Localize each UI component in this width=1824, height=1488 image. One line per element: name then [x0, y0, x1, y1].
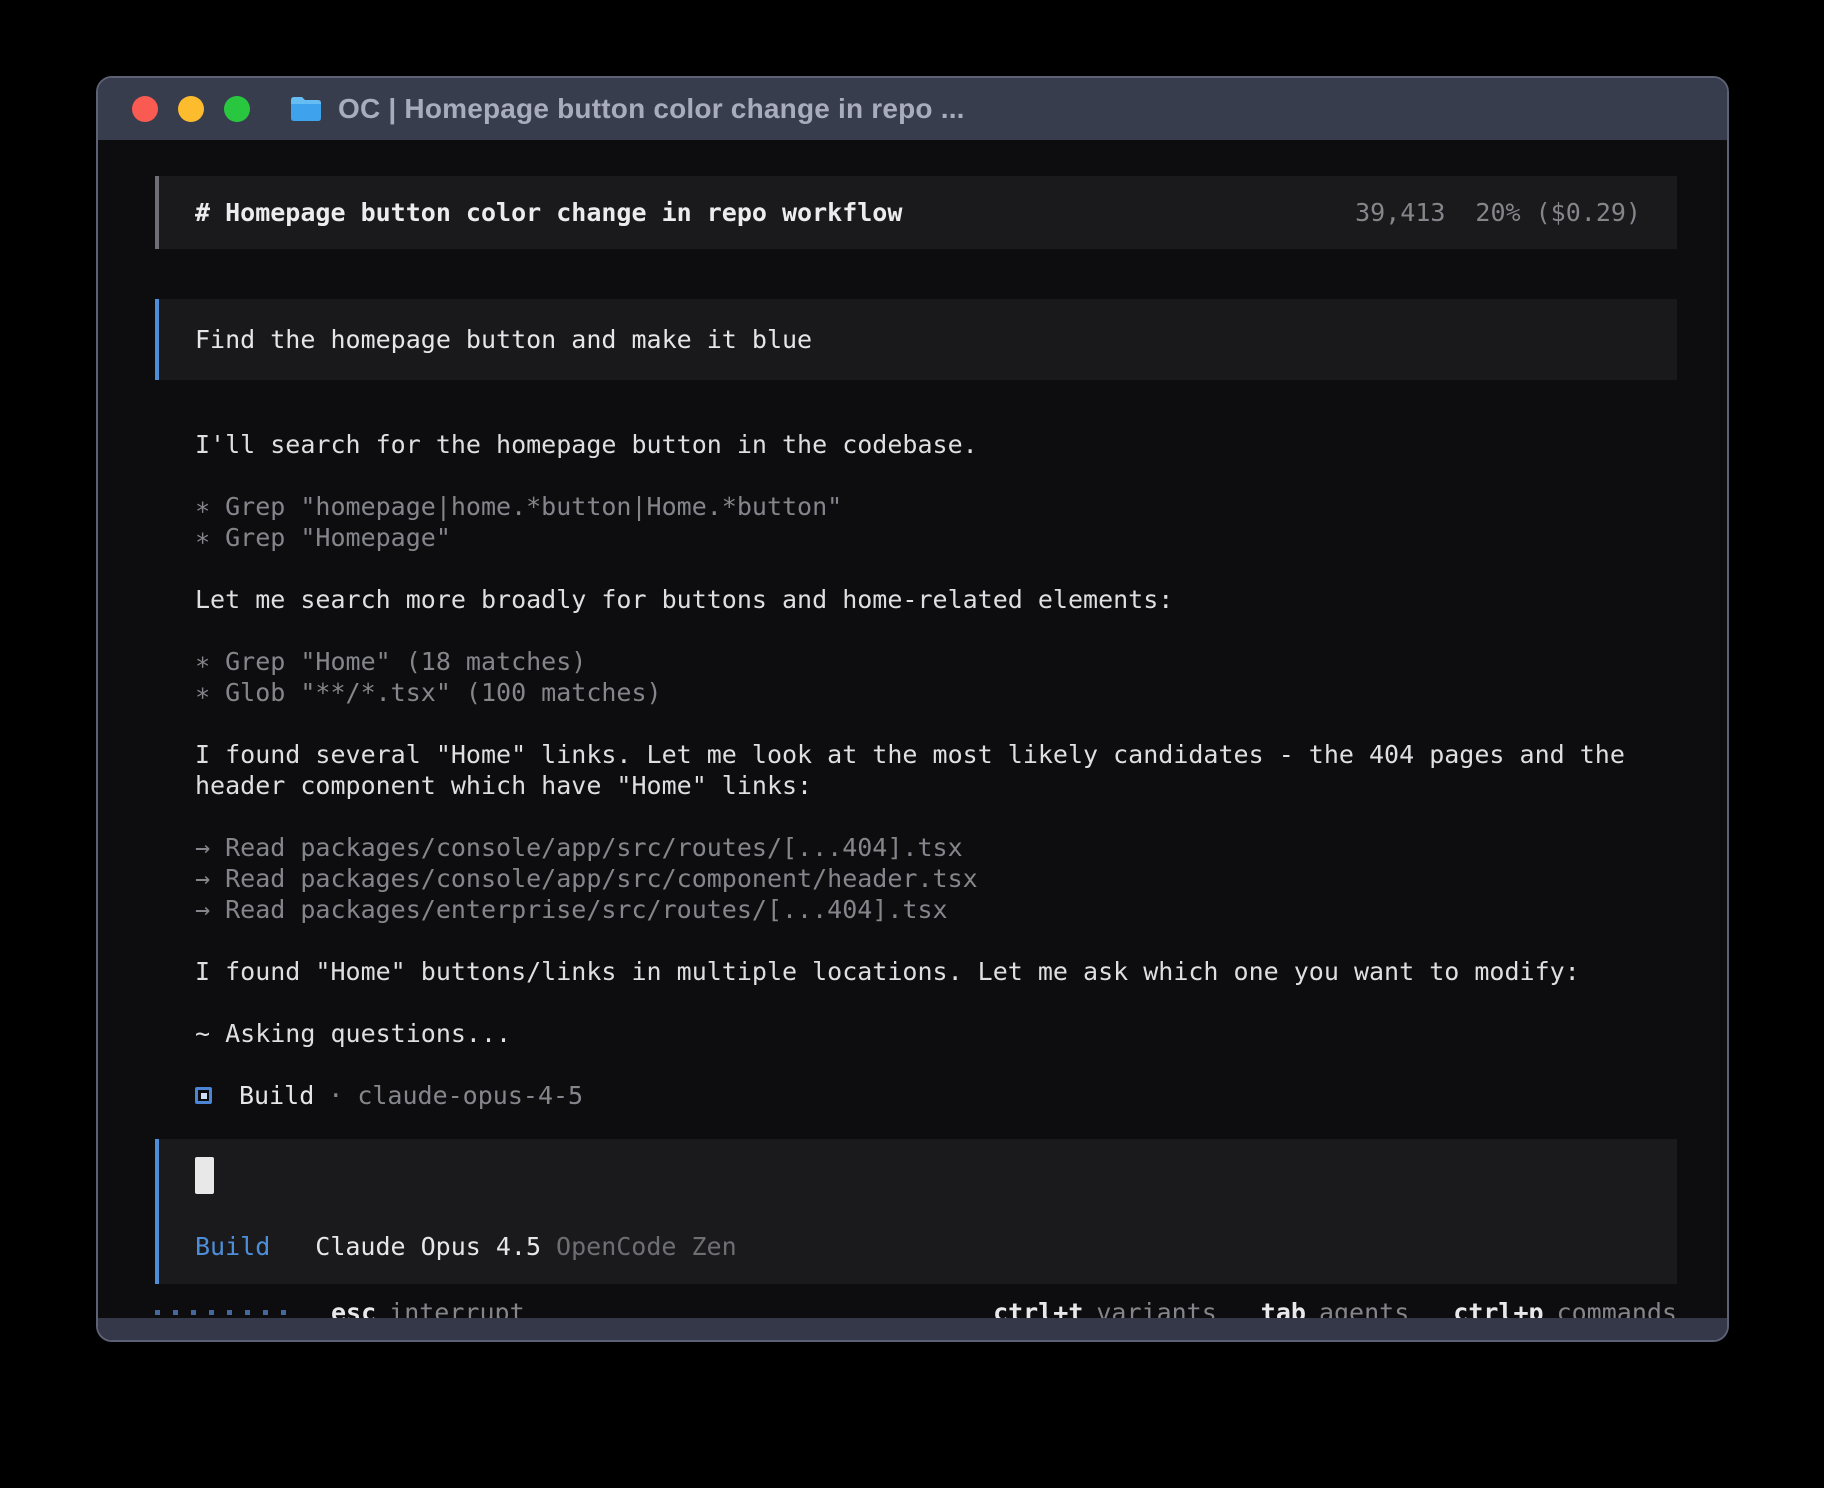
- agent-model: claude-opus-4-5: [357, 1080, 583, 1111]
- interrupt-label: interrupt: [389, 1297, 524, 1318]
- tool-call-glob: ∗ Glob "**/*.tsx" (100 matches): [195, 677, 1677, 708]
- provider-label: OpenCode Zen: [556, 1231, 737, 1262]
- assistant-text: I found "Home" buttons/links in multiple…: [195, 956, 1677, 987]
- traffic-lights: [132, 96, 250, 122]
- assistant-text: Let me search more broadly for buttons a…: [195, 584, 1677, 615]
- shortcut-variants: ctrl+t variants: [993, 1297, 1217, 1318]
- terminal-content: # Homepage button color change in repo w…: [98, 140, 1727, 1318]
- status-bar: esc interrupt ctrl+t variants tab agents…: [155, 1297, 1677, 1318]
- model-label[interactable]: Claude Opus 4.5: [315, 1231, 541, 1262]
- tab-key-hint: tab: [1261, 1297, 1306, 1318]
- agent-name: Build: [239, 1080, 314, 1111]
- spacer: [195, 987, 1677, 1018]
- prompt-input[interactable]: Build Claude Opus 4.5 OpenCode Zen: [155, 1139, 1677, 1284]
- spacer: [195, 460, 1677, 491]
- token-count: 39,413: [1355, 198, 1445, 227]
- ctrl-p-key-hint: ctrl+p: [1453, 1297, 1543, 1318]
- assistant-text: I'll search for the homepage button in t…: [195, 429, 1677, 460]
- text-cursor: [195, 1157, 214, 1194]
- close-button[interactable]: [132, 96, 158, 122]
- tool-call-read: → Read packages/console/app/src/componen…: [195, 863, 1677, 894]
- context-cost: 20% ($0.29): [1475, 198, 1641, 227]
- input-meta: Build Claude Opus 4.5 OpenCode Zen: [195, 1231, 1641, 1262]
- esc-key-hint: esc: [331, 1297, 376, 1318]
- commands-label: commands: [1557, 1297, 1677, 1318]
- agents-label: agents: [1319, 1297, 1409, 1318]
- ctrl-t-key-hint: ctrl+t: [993, 1297, 1083, 1318]
- session-header: # Homepage button color change in repo w…: [155, 176, 1677, 249]
- folder-icon: [290, 96, 322, 122]
- assistant-flow: I'll search for the homepage button in t…: [155, 429, 1677, 1111]
- mode-label[interactable]: Build: [195, 1231, 270, 1262]
- tool-call-grep: ∗ Grep "homepage|home.*button|Home.*butt…: [195, 491, 1677, 522]
- agent-attribution: Build · claude-opus-4-5: [195, 1080, 1677, 1111]
- variants-label: variants: [1096, 1297, 1216, 1318]
- session-stats: 39,413 20% ($0.29): [1355, 197, 1641, 228]
- spacer: [195, 1049, 1677, 1080]
- spinner-dots: [155, 1310, 286, 1315]
- agent-badge-icon: [195, 1087, 212, 1104]
- spacer: [195, 708, 1677, 739]
- minimize-button[interactable]: [178, 96, 204, 122]
- status-left: esc interrupt: [155, 1297, 525, 1318]
- window-bottom-strip: [98, 1318, 1727, 1340]
- spacer: [195, 553, 1677, 584]
- shortcut-commands: ctrl+p commands: [1453, 1297, 1677, 1318]
- title-bar: OC | Homepage button color change in rep…: [98, 78, 1727, 140]
- agent-separator: ·: [328, 1080, 343, 1111]
- zoom-button[interactable]: [224, 96, 250, 122]
- session-title: # Homepage button color change in repo w…: [195, 197, 902, 228]
- status-right: ctrl+t variants tab agents ctrl+p comman…: [949, 1297, 1677, 1318]
- window-title: OC | Homepage button color change in rep…: [338, 93, 965, 125]
- tool-call-read: → Read packages/enterprise/src/routes/[.…: [195, 894, 1677, 925]
- tool-call-grep: ∗ Grep "Home" (18 matches): [195, 646, 1677, 677]
- tool-call-read: → Read packages/console/app/src/routes/[…: [195, 832, 1677, 863]
- assistant-text: I found several "Home" links. Let me loo…: [195, 739, 1677, 801]
- user-message-text: Find the homepage button and make it blu…: [195, 325, 812, 354]
- tool-call-grep: ∗ Grep "Homepage": [195, 522, 1677, 553]
- shortcut-agents: tab agents: [1261, 1297, 1409, 1318]
- spacer: [195, 801, 1677, 832]
- assistant-status: ~ Asking questions...: [195, 1018, 1677, 1049]
- terminal-window: OC | Homepage button color change in rep…: [96, 76, 1729, 1342]
- spacer: [195, 615, 1677, 646]
- spacer: [195, 925, 1677, 956]
- user-message: Find the homepage button and make it blu…: [155, 299, 1677, 380]
